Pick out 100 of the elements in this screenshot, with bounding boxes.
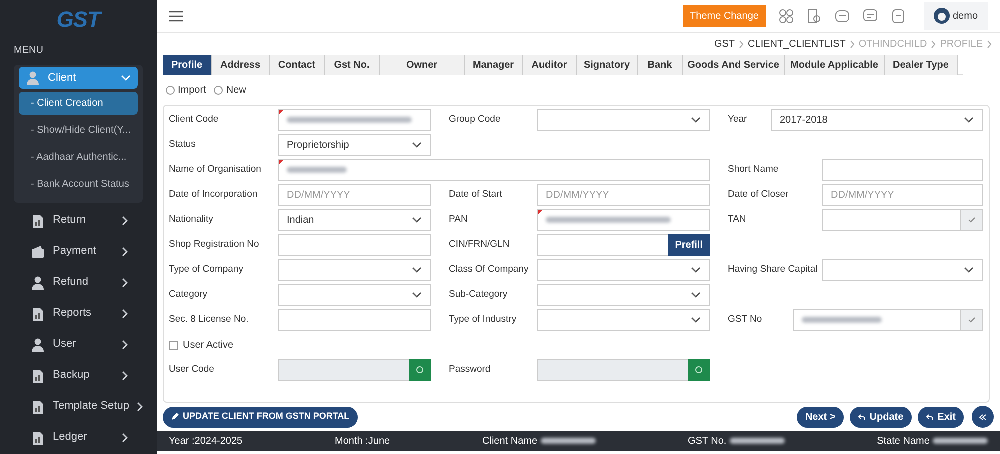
prefill-button[interactable]: Prefill xyxy=(668,234,710,256)
grid-icon[interactable] xyxy=(778,8,794,24)
submenu-item[interactable]: - Bank Account Status xyxy=(19,173,138,196)
sidebar-item[interactable]: Ledger xyxy=(24,422,135,453)
input-field[interactable] xyxy=(822,159,983,181)
tab[interactable]: Module Applicable xyxy=(785,55,885,75)
submenu-item[interactable]: - Aadhaar Authentic... xyxy=(19,146,138,169)
note-icon[interactable] xyxy=(890,8,906,24)
document-icon[interactable] xyxy=(806,8,822,24)
input-field[interactable]: DD/MM/YYYY xyxy=(537,184,710,206)
field-label: Year xyxy=(728,112,748,127)
breadcrumb-link[interactable]: CLIENT_CLIENTLIST xyxy=(748,36,846,52)
select-field[interactable] xyxy=(278,284,431,306)
tab[interactable]: Signatory xyxy=(577,55,638,75)
sidebar-item[interactable]: Template Setup xyxy=(24,391,135,422)
field-label: Date of Incorporation xyxy=(169,188,259,202)
sidebar-item[interactable]: Return xyxy=(24,205,135,236)
action-button[interactable] xyxy=(688,359,710,381)
chevron-right-icon xyxy=(987,40,992,48)
tab[interactable]: Auditor xyxy=(523,55,577,75)
breadcrumb-link[interactable]: GST xyxy=(714,36,736,52)
radio-button[interactable] xyxy=(166,86,175,94)
sidebar-item[interactable]: Payment xyxy=(24,236,135,267)
input-field[interactable] xyxy=(793,309,983,331)
chevron-down-icon xyxy=(691,317,701,323)
chevron-right-icon xyxy=(122,216,128,226)
sidebar-item[interactable]: Backup xyxy=(24,360,135,391)
checkbox[interactable] xyxy=(169,340,178,350)
select-field[interactable] xyxy=(537,259,710,281)
select-field[interactable]: 2017-2018 xyxy=(771,109,983,131)
input-field[interactable]: Prefill xyxy=(537,234,710,256)
field-label: Date of Start xyxy=(449,188,504,202)
sidebar-item[interactable]: Reports xyxy=(24,298,135,329)
document-icon xyxy=(31,430,45,444)
submenu-item[interactable]: - Show/Hide Client(Y... xyxy=(19,119,138,142)
sidebar-item[interactable]: User xyxy=(24,329,135,360)
input-field[interactable] xyxy=(278,109,431,131)
input-field[interactable] xyxy=(537,209,710,231)
status-text: GST No. xyxy=(688,434,727,448)
field-label: Password xyxy=(449,362,492,377)
tab[interactable]: Address xyxy=(212,55,270,75)
update-from-portal-button[interactable]: UPDATE CLIENT FROM GSTN PORTAL xyxy=(163,406,358,428)
chevron-right-icon xyxy=(931,40,936,48)
select-field[interactable]: Indian xyxy=(278,209,431,231)
field-label: PAN xyxy=(449,212,469,227)
chevron-right-icon xyxy=(122,278,128,288)
sidebar-item[interactable]: Refund xyxy=(24,267,135,298)
input-field[interactable] xyxy=(278,234,431,256)
radio-button[interactable] xyxy=(214,86,224,94)
tab[interactable]: Contact xyxy=(270,55,325,75)
chevron-right-icon xyxy=(850,40,855,48)
user-icon xyxy=(31,276,45,290)
refresh-icon xyxy=(416,366,424,374)
chevron-down-icon xyxy=(964,117,974,123)
select-field[interactable] xyxy=(537,109,710,131)
chevron-right-icon xyxy=(122,432,128,442)
field-label: Class Of Company xyxy=(449,262,530,277)
input-field[interactable] xyxy=(278,359,431,381)
tab[interactable]: Manager xyxy=(465,55,523,75)
check-button[interactable] xyxy=(960,310,982,330)
select-field[interactable] xyxy=(278,259,431,281)
check-button[interactable] xyxy=(960,210,982,230)
select-field[interactable] xyxy=(822,259,983,281)
chevron-right-icon xyxy=(137,402,144,412)
action-button[interactable] xyxy=(409,359,431,381)
tab[interactable]: Gst No. xyxy=(325,55,380,75)
tab[interactable]: Profile xyxy=(163,55,212,75)
action-button[interactable]: Update xyxy=(850,406,912,428)
menu-heading: MENU xyxy=(13,44,44,58)
input-field[interactable] xyxy=(278,159,710,181)
field-label: TAN xyxy=(728,212,748,227)
status-text: State Name xyxy=(877,434,930,448)
logo: GST xyxy=(56,6,100,34)
select-field[interactable]: Proprietorship xyxy=(278,134,431,156)
tab[interactable]: Dealer Type xyxy=(885,55,958,75)
submenu-item[interactable]: - Client Creation xyxy=(19,92,138,115)
wallet-icon xyxy=(31,244,45,258)
tab[interactable]: Owner xyxy=(380,55,465,75)
check-icon xyxy=(968,217,976,223)
chat-icon[interactable] xyxy=(834,8,850,24)
input-field[interactable] xyxy=(537,359,710,381)
field-label: Status xyxy=(169,138,197,152)
input-field[interactable] xyxy=(822,209,983,231)
tab[interactable]: Goods And Service xyxy=(683,55,785,75)
input-field[interactable]: DD/MM/YYYY xyxy=(278,184,431,206)
action-button[interactable]: Exit xyxy=(918,406,964,428)
action-button[interactable]: Next > xyxy=(797,406,844,428)
radio-label: New xyxy=(226,84,246,98)
document-icon xyxy=(31,400,45,414)
collapse-button[interactable] xyxy=(972,406,994,428)
menu-icon xyxy=(169,10,183,22)
tab[interactable]: Bank xyxy=(638,55,683,75)
select-field[interactable] xyxy=(537,309,710,331)
input-field[interactable] xyxy=(278,309,431,331)
document-icon xyxy=(31,368,45,382)
input-field[interactable]: DD/MM/YYYY xyxy=(822,184,983,206)
select-field[interactable] xyxy=(537,284,710,306)
message-icon[interactable] xyxy=(862,8,878,24)
chevron-down-icon xyxy=(412,292,422,298)
user-icon xyxy=(31,338,45,352)
